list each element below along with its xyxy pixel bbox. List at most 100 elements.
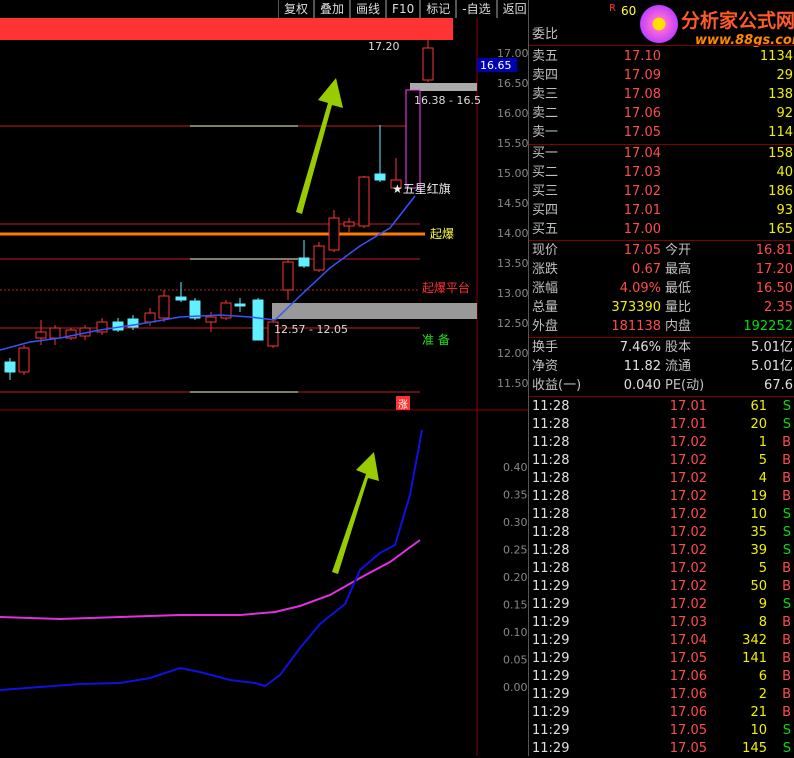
tick-volume: 61: [750, 399, 767, 414]
stat-value: 192252: [743, 319, 793, 334]
toolbar-button-0[interactable]: 复权: [278, 0, 315, 18]
tick-time: 11:28: [532, 525, 570, 540]
tick-volume: 10: [750, 723, 767, 738]
tick-volume: 50: [750, 579, 767, 594]
tick-time: 11:29: [532, 615, 570, 630]
indicator-axis-label: 0.25: [503, 544, 528, 557]
tick-row: 11:28 17.02 5 B: [529, 452, 794, 470]
tick-row: 11:29 17.05 141 B: [529, 650, 794, 668]
stat2-row: 换手 7.46% 股本 5.01亿: [529, 339, 794, 357]
tick-side: B: [782, 633, 791, 648]
tick-price: 17.03: [669, 615, 707, 630]
stat-value: 181138: [611, 319, 661, 334]
ma-line: [0, 195, 416, 351]
stock-code: 60: [621, 4, 637, 18]
tick-time: 11:28: [532, 561, 570, 576]
stat-label: 收益(一): [532, 378, 582, 393]
stat-value: 373390: [611, 300, 661, 315]
indicator-axis-label: 0.00: [503, 681, 528, 694]
stat-value: 0.040: [623, 378, 661, 393]
ask-row: 卖五 17.10 1134: [529, 48, 794, 66]
tick-row: 11:29 17.02 9 S: [529, 596, 794, 614]
ask-price: 17.06: [623, 106, 661, 121]
tick-time: 11:28: [532, 489, 570, 504]
indicator-axis-label: 0.10: [503, 626, 528, 639]
tick-row: 11:29 17.05 145 S: [529, 740, 794, 758]
bid-volume: 165: [768, 222, 793, 237]
stat-value: 0.67: [632, 262, 661, 277]
bid-row: 买一 17.04 158: [529, 145, 794, 163]
trend-arrow-upper: [296, 78, 343, 214]
candle: [49, 325, 61, 345]
star-label: ★五星红旗: [392, 181, 451, 196]
tick-time: 11:29: [532, 669, 570, 684]
bid-row: 买三 17.02 186: [529, 183, 794, 201]
candle: [422, 36, 434, 82]
stat-value: 16.50: [755, 281, 793, 296]
bid-volume: 40: [776, 165, 793, 180]
ask-label: 卖一: [532, 125, 559, 140]
tick-side: B: [782, 669, 791, 684]
candle: [328, 210, 340, 252]
candle: [374, 125, 386, 182]
tick-row: 11:29 17.03 8 B: [529, 614, 794, 632]
tick-side: S: [782, 597, 791, 612]
bid-label: 买二: [532, 165, 559, 180]
stat-label: 总量: [532, 300, 559, 315]
tick-time: 11:28: [532, 435, 570, 450]
tick-row: 11:28 17.01 20 S: [529, 416, 794, 434]
price-axis-label: 13.50: [497, 257, 528, 270]
toolbar-button-1[interactable]: 叠加: [314, 0, 351, 18]
toolbar-button-5[interactable]: -自选: [456, 0, 497, 18]
tick-time: 11:28: [532, 399, 570, 414]
tick-price: 17.05: [669, 723, 707, 738]
tick-row: 11:28 17.02 5 B: [529, 560, 794, 578]
tick-row: 11:28 17.02 19 B: [529, 488, 794, 506]
tick-side: B: [782, 435, 791, 450]
toolbar-button-4[interactable]: 标记: [420, 0, 457, 18]
stat-value: 2.35: [764, 300, 793, 315]
ask-label: 卖三: [532, 87, 559, 102]
tick-row: 11:29 17.05 10 S: [529, 722, 794, 740]
tick-time: 11:29: [532, 687, 570, 702]
signal-pingtai: 起爆平台: [422, 280, 470, 295]
toolbar-button-2[interactable]: 画线: [350, 0, 387, 18]
stat-row: 涨幅 4.09% 最低 16.50: [529, 280, 794, 298]
price-axis-label: 11.50: [497, 377, 528, 390]
tick-price: 17.01: [669, 417, 707, 432]
tick-price: 17.02: [669, 489, 707, 504]
tick-price: 17.02: [669, 471, 707, 486]
bid-price: 17.01: [623, 203, 661, 218]
indicator-axis-label: 0.15: [503, 599, 528, 612]
price-axis-label: 12.00: [497, 347, 528, 360]
tick-price: 17.04: [669, 633, 707, 648]
stat-label: 涨幅: [532, 281, 559, 296]
candle: [175, 282, 187, 302]
tick-volume: 342: [742, 633, 767, 648]
tick-row: 11:29 17.04 342 B: [529, 632, 794, 650]
tick-time: 11:29: [532, 633, 570, 648]
candle: [112, 318, 124, 332]
tick-price: 17.02: [669, 597, 707, 612]
stat2-row: 净资 11.82 流通 5.01亿: [529, 358, 794, 376]
tick-side: S: [782, 741, 791, 756]
weibi-label: 委比: [532, 27, 559, 42]
tick-price: 17.02: [669, 435, 707, 450]
kline-chart[interactable]: 17.0016.5016.0015.5015.0014.5014.0013.50…: [0, 0, 528, 756]
toolbar-button-3[interactable]: F10: [386, 0, 421, 18]
tick-side: S: [782, 723, 791, 738]
band-label-upper: 16.38 - 16.5: [414, 94, 481, 107]
bid-volume: 158: [768, 146, 793, 161]
stat-label: 现价: [532, 243, 559, 258]
stat-value: 67.6: [764, 378, 793, 393]
tick-time: 11:28: [532, 453, 570, 468]
ask-volume: 92: [776, 106, 793, 121]
price-axis-label: 16.50: [497, 77, 528, 90]
price-axis-label: 15.50: [497, 137, 528, 150]
stat-value: 17.05: [623, 243, 661, 258]
tick-side: B: [782, 579, 791, 594]
bid-row: 买四 17.01 93: [529, 202, 794, 220]
tick-side: S: [782, 507, 791, 522]
ask-label: 卖二: [532, 106, 559, 121]
stat-value: 4.09%: [619, 281, 661, 296]
